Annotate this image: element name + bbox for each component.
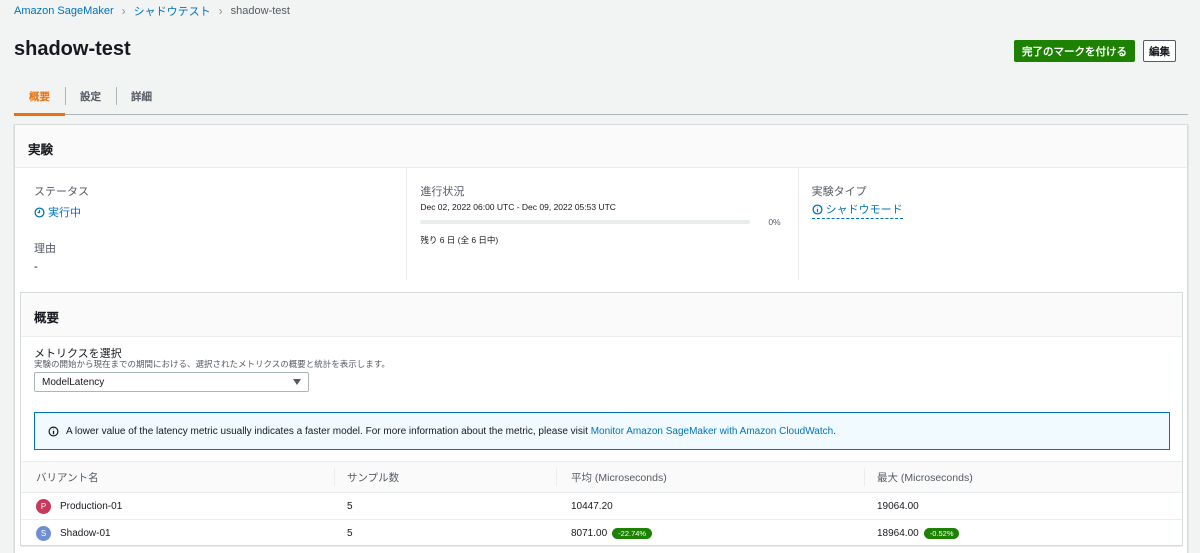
column-header-variant[interactable]: バリアント名 (21, 461, 334, 493)
breadcrumb-link-shadow-tests[interactable]: シャドウテスト (134, 3, 211, 19)
avatar: S (36, 525, 51, 541)
max-value: 19064.00 (877, 500, 919, 512)
tab-details[interactable]: 詳細 (116, 78, 167, 115)
table-row: S Shadow-01 5 8071.00 -22.74% 18964.00 -… (21, 520, 1182, 547)
experiment-type-text: シャドウモード (825, 204, 903, 216)
table-header: バリアント名 サンプル数 平均 (Microseconds) 最大 (Micro… (21, 461, 1182, 493)
metric-select-value: ModelLatency (42, 377, 105, 388)
alert-text: A lower value of the latency metric usua… (66, 425, 591, 437)
samples-cell: 5 (347, 500, 353, 512)
max-cell: 18964.00 -0.52% (864, 527, 1182, 539)
average-value: 10447.20 (571, 500, 613, 512)
variant-table: バリアント名 サンプル数 平均 (Microseconds) 最大 (Micro… (21, 461, 1182, 547)
chevron-right-icon: › (121, 4, 126, 18)
progress-percent: 0% (768, 217, 781, 227)
average-value: 8071.00 (571, 527, 608, 539)
column-header-max[interactable]: 最大 (Microseconds) (864, 461, 1182, 493)
metric-select[interactable]: ModelLatency (34, 372, 309, 392)
variant-cell: P Production-01 (21, 498, 334, 514)
page-title: shadow-test (14, 38, 131, 60)
status-label: ステータス (34, 186, 89, 198)
average-cell: 8071.00 -22.74% (556, 527, 864, 539)
samples-cell: 5 (347, 527, 353, 539)
reason-value: - (34, 261, 38, 273)
avatar: P (36, 498, 51, 514)
experiment-summary: ステータス 実行中 理由 - 進行状況 Dec 02, 2022 06:00 U… (15, 168, 1189, 280)
experiment-title: 実験 (15, 125, 1187, 168)
max-cell: 19064.00 (864, 501, 1182, 512)
progress-label: 進行状況 (420, 186, 465, 198)
caret-down-icon (293, 379, 301, 385)
alert-end: . (833, 425, 836, 437)
tab-overview[interactable]: 概要 (14, 78, 65, 116)
breadcrumb: Amazon SageMaker › シャドウテスト › shadow-test (14, 3, 290, 19)
average-cell: 10447.20 (556, 501, 864, 512)
variant-name: Shadow-01 (60, 527, 111, 539)
progress-bar (420, 220, 751, 224)
tab-settings[interactable]: 設定 (65, 78, 116, 115)
mark-complete-button[interactable]: 完了のマークを付ける (1014, 40, 1135, 62)
column-header-samples[interactable]: サンプル数 (334, 461, 556, 493)
info-alert: A lower value of the latency metric usua… (34, 412, 1170, 450)
info-icon (48, 426, 59, 436)
variant-cell: S Shadow-01 (21, 525, 334, 541)
overview-panel: 概要 メトリクスを選択 実験の開始から現在までの期間における、選択されたメトリク… (20, 292, 1183, 547)
variant-name: Production-01 (60, 500, 123, 512)
progress-column: 進行状況 Dec 02, 2022 06:00 UTC - Dec 09, 20… (406, 168, 797, 280)
experiment-container: 実験 ステータス 実行中 理由 - 進行状況 Dec 02, 2022 06:0… (14, 124, 1188, 553)
clock-icon (34, 206, 45, 218)
edit-button[interactable]: 編集 (1143, 40, 1176, 62)
max-value: 18964.00 (877, 527, 919, 539)
metric-description: 実験の開始から現在までの期間における、選択されたメトリクスの概要と統計を表示しま… (34, 359, 390, 369)
column-header-average[interactable]: 平均 (Microseconds) (556, 461, 864, 493)
type-column: 実験タイプ シャドウモード (797, 168, 1189, 280)
table-row: P Production-01 5 10447.20 19064.00 (21, 493, 1182, 520)
status-column: ステータス 実行中 理由 - (15, 168, 406, 280)
tab-bar: 概要 設定 詳細 (14, 78, 1188, 116)
experiment-type-link[interactable]: シャドウモード (811, 201, 903, 219)
type-label: 実験タイプ (811, 186, 867, 198)
max-change-badge: -0.52% (923, 527, 960, 539)
progress-range: Dec 02, 2022 06:00 UTC - Dec 09, 2022 05… (420, 202, 616, 212)
average-change-badge: -22.74% (612, 527, 653, 539)
status-text: 実行中 (48, 207, 81, 219)
cloudwatch-link[interactable]: Monitor Amazon SageMaker with Amazon Clo… (591, 426, 834, 437)
remaining-text: 残り 6 日 (全 6 日中) (420, 235, 499, 245)
overview-title: 概要 (21, 293, 1182, 337)
chevron-right-icon: › (218, 4, 223, 18)
info-icon (812, 203, 823, 215)
breadcrumb-current: shadow-test (230, 5, 290, 17)
reason-label: 理由 (34, 243, 56, 255)
breadcrumb-link-sagemaker[interactable]: Amazon SageMaker (14, 5, 114, 17)
status-value: 実行中 (34, 204, 89, 220)
